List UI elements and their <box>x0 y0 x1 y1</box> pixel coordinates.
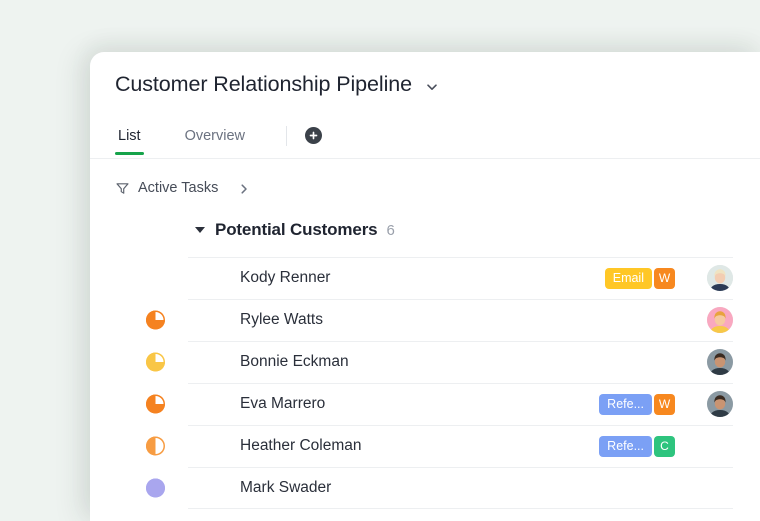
card-header: Customer Relationship Pipeline <box>115 72 440 97</box>
task-badge[interactable]: W <box>654 267 675 289</box>
task-name: Rylee Watts <box>240 311 323 328</box>
task-tag[interactable]: Refe... <box>599 435 652 457</box>
chevron-down-icon[interactable] <box>424 79 440 95</box>
table-row[interactable]: Mark Swader <box>90 467 760 509</box>
row-meta <box>675 299 733 341</box>
task-list: Kody Renner Email W Rylee Watts Bonnie Eckma… <box>90 257 760 509</box>
avatar-eva-marrero[interactable] <box>707 391 733 417</box>
section-title: Potential Customers <box>215 220 378 239</box>
filter-bar[interactable]: Active Tasks <box>115 176 250 200</box>
table-row[interactable]: Heather Coleman Refe... C <box>90 425 760 467</box>
tag-group: Refe... C <box>599 435 675 457</box>
avatar-bonnie-eckman[interactable] <box>707 349 733 375</box>
progress-indicator[interactable] <box>146 436 165 456</box>
filter-icon <box>115 181 130 196</box>
header-divider <box>90 158 760 159</box>
table-row[interactable]: Eva Marrero Refe... W <box>90 383 760 425</box>
tab-list[interactable]: List <box>115 128 144 155</box>
table-row[interactable]: Kody Renner Email W <box>90 257 760 299</box>
avatar-placeholder <box>707 433 733 459</box>
add-tab-button[interactable] <box>305 127 323 144</box>
app-background: Customer Relationship Pipeline List Over… <box>0 0 760 521</box>
tab-divider <box>286 125 288 146</box>
section-count: 6 <box>386 221 395 239</box>
row-meta: Email W <box>604 257 733 299</box>
progress-indicator[interactable] <box>146 394 165 414</box>
avatar-kody-renner[interactable] <box>707 265 733 291</box>
table-row[interactable]: Rylee Watts <box>90 299 760 341</box>
avatar-placeholder <box>707 475 733 501</box>
progress-indicator[interactable] <box>146 310 165 330</box>
table-row[interactable]: Bonnie Eckman <box>90 341 760 383</box>
task-badge[interactable]: C <box>654 435 675 457</box>
page-title: Customer Relationship Pipeline <box>115 72 412 96</box>
progress-indicator[interactable] <box>146 352 165 372</box>
task-name: Heather Coleman <box>240 437 362 454</box>
row-meta: Refe... W <box>599 383 733 425</box>
tab-overview[interactable]: Overview <box>182 128 248 155</box>
row-meta <box>675 467 733 509</box>
tab-bar: List Overview <box>115 124 323 158</box>
task-tag[interactable]: Email <box>604 267 652 289</box>
tag-group: Email W <box>604 267 675 289</box>
row-meta <box>675 341 733 383</box>
pipeline-card: Customer Relationship Pipeline List Over… <box>90 52 760 521</box>
avatar-rylee-watts[interactable] <box>707 307 733 333</box>
row-meta: Refe... C <box>599 425 733 467</box>
progress-indicator[interactable] <box>146 478 165 498</box>
task-name: Bonnie Eckman <box>240 353 349 370</box>
task-badge[interactable]: W <box>654 393 675 415</box>
task-name: Kody Renner <box>240 269 331 286</box>
task-name: Mark Swader <box>240 479 332 496</box>
tag-group: Refe... W <box>599 393 675 415</box>
chevron-right-icon[interactable] <box>238 182 250 194</box>
task-name: Eva Marrero <box>240 395 326 412</box>
task-tag[interactable]: Refe... <box>599 393 652 415</box>
section-header: Potential Customers 6 <box>195 220 395 240</box>
filter-label: Active Tasks <box>138 180 219 196</box>
caret-down-icon[interactable] <box>195 227 205 233</box>
